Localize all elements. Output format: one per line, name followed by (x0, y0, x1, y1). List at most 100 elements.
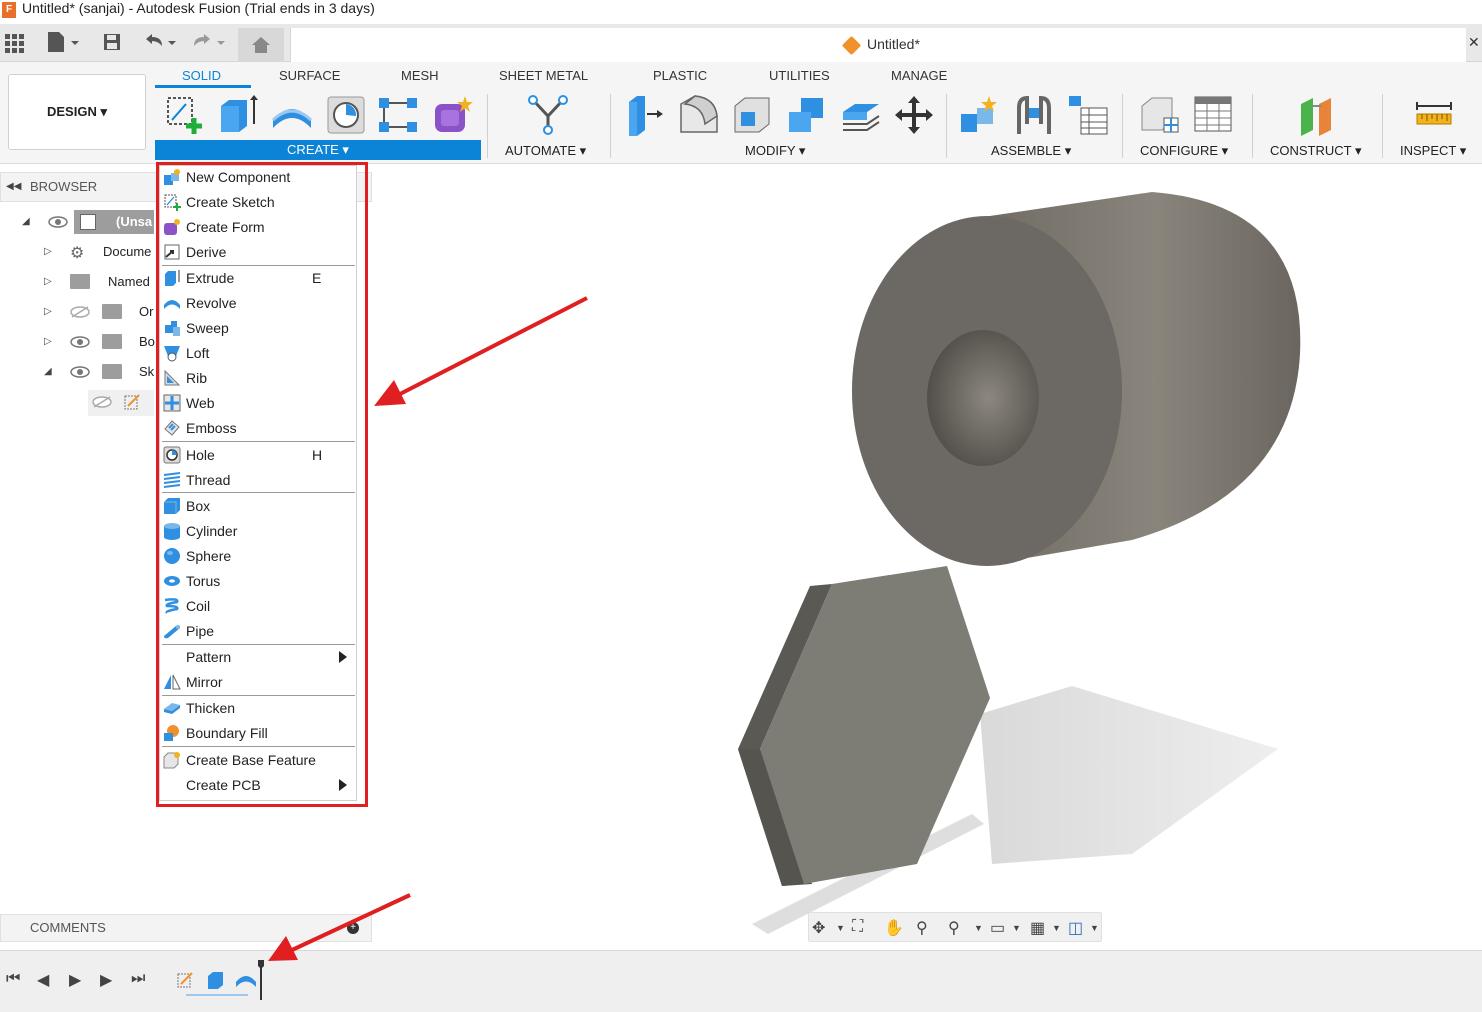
new-component-tool-icon[interactable] (959, 94, 1001, 136)
3d-viewport[interactable] (372, 164, 1482, 950)
step-back-icon[interactable]: ◀ (37, 970, 49, 990)
shell-tool-icon[interactable] (731, 94, 773, 136)
zoom-window-icon[interactable]: ⚲ (948, 918, 960, 938)
tab-manage[interactable]: MANAGE (891, 68, 947, 83)
bill-of-materials-tool-icon[interactable] (1067, 94, 1109, 136)
automate-tool-icon[interactable] (527, 94, 569, 136)
chevron-down-icon[interactable]: ▼ (974, 923, 983, 933)
create-dropdown-button[interactable]: CREATE ▾ (155, 140, 481, 160)
create-form-tool-icon[interactable] (431, 94, 473, 136)
timeline-group-bar (186, 994, 248, 996)
hidden-eye-icon[interactable] (92, 396, 112, 408)
pattern-tool-icon[interactable] (377, 94, 419, 136)
origin-label[interactable]: Or (139, 304, 153, 319)
named-views-label[interactable]: Named (108, 274, 150, 289)
zoom-icon[interactable]: ⚲ (916, 918, 928, 938)
measure-tool-icon[interactable] (1413, 94, 1455, 136)
expand-arrow-icon[interactable]: ▷ (44, 336, 52, 347)
close-tab-icon[interactable]: ✕ (1468, 34, 1480, 51)
step-forward-icon[interactable]: ▶ (100, 970, 112, 990)
hidden-eye-icon[interactable] (70, 306, 90, 318)
visibility-eye-icon[interactable] (70, 366, 90, 378)
pan-hand-icon[interactable]: ✋ (884, 918, 904, 938)
timeline-extrude-icon[interactable] (206, 970, 226, 990)
go-to-start-icon[interactable]: ⏮ (6, 970, 20, 988)
assemble-group-label[interactable]: ASSEMBLE ▾ (991, 143, 1071, 159)
collapse-browser-icon[interactable]: ◀◀ (6, 181, 21, 192)
gear-icon: ⚙ (70, 245, 85, 262)
sketch-icon (124, 394, 140, 410)
tab-solid[interactable]: SOLID (182, 68, 221, 83)
hexagon-shadow (980, 686, 1278, 864)
bodies-label[interactable]: Bo (139, 334, 155, 349)
inspect-group-label[interactable]: INSPECT ▾ (1400, 143, 1466, 159)
tab-utilities[interactable]: UTILITIES (769, 68, 830, 83)
chevron-down-icon[interactable]: ▼ (1090, 923, 1099, 933)
component-icon (80, 214, 96, 230)
save-icon[interactable] (102, 32, 122, 52)
timeline-sketch-icon[interactable] (176, 970, 196, 990)
redo-icon[interactable] (190, 31, 230, 53)
display-settings-icon[interactable]: ▭ (990, 918, 1005, 938)
file-menu-icon[interactable] (46, 31, 80, 53)
press-pull-tool-icon[interactable] (623, 94, 665, 136)
comments-label: COMMENTS (30, 920, 106, 935)
chevron-down-icon[interactable]: ▼ (1012, 923, 1021, 933)
revolve-tool-icon[interactable] (271, 94, 313, 136)
document-title: Untitled* (867, 36, 920, 52)
workspace-switcher-button[interactable]: DESIGN ▾ (8, 74, 146, 150)
undo-icon[interactable] (142, 31, 182, 53)
browser-title: BROWSER (30, 179, 98, 194)
document-settings-label[interactable]: Docume (103, 244, 151, 259)
folder-icon (102, 304, 122, 319)
tab-mesh[interactable]: MESH (401, 68, 439, 83)
apps-grid-icon[interactable] (4, 33, 24, 53)
ribbon-divider (1252, 94, 1253, 158)
joint-tool-icon[interactable] (1013, 94, 1055, 136)
timeline-marker[interactable] (258, 960, 264, 1000)
ribbon-divider (487, 94, 488, 158)
configure-group-label[interactable]: CONFIGURE ▾ (1140, 143, 1228, 159)
grid-settings-icon[interactable]: ▦ (1030, 918, 1045, 938)
play-icon[interactable]: ▶ (69, 970, 81, 990)
go-to-end-icon[interactable]: ⏭ (131, 970, 145, 988)
fillet-tool-icon[interactable] (677, 94, 719, 136)
tab-sheet-metal[interactable]: SHEET METAL (499, 68, 588, 83)
automate-group-label[interactable]: AUTOMATE ▾ (505, 143, 586, 159)
offset-face-tool-icon[interactable] (839, 94, 881, 136)
collapse-arrow-icon[interactable]: ◢ (44, 366, 52, 377)
hole-tool-icon[interactable] (325, 94, 367, 136)
modify-group-label[interactable]: MODIFY ▾ (745, 143, 805, 159)
window-title: Untitled* (sanjai) - Autodesk Fusion (Tr… (22, 0, 375, 16)
ribbon-divider (1122, 94, 1123, 158)
sketches-label[interactable]: Sk (139, 364, 154, 379)
look-at-icon[interactable]: ⛶ (852, 918, 863, 936)
offset-plane-tool-icon[interactable] (1297, 94, 1339, 136)
create-sketch-tool-icon[interactable] (164, 94, 206, 136)
viewports-icon[interactable]: ◫ (1068, 918, 1083, 938)
chevron-down-icon[interactable]: ▼ (1052, 923, 1061, 933)
home-icon (252, 37, 270, 53)
root-component-label: (Unsa (116, 214, 153, 229)
folder-icon (102, 334, 122, 349)
extrude-tool-icon[interactable] (217, 94, 259, 136)
expand-arrow-icon[interactable]: ▷ (44, 276, 52, 287)
tab-plastic[interactable]: PLASTIC (653, 68, 707, 83)
add-comment-icon[interactable]: + (347, 922, 359, 934)
combine-tool-icon[interactable] (785, 94, 827, 136)
chevron-down-icon[interactable]: ▼ (836, 923, 845, 933)
orbit-icon[interactable]: ✥ (812, 918, 825, 938)
tab-surface[interactable]: SURFACE (279, 68, 340, 83)
expand-arrow-icon[interactable]: ▷ (44, 246, 52, 257)
collapse-arrow-icon[interactable]: ◢ (22, 216, 30, 227)
configure-table-tool-icon[interactable] (1192, 94, 1234, 136)
construct-group-label[interactable]: CONSTRUCT ▾ (1270, 143, 1362, 159)
configure-tool-icon[interactable] (1138, 94, 1180, 136)
visibility-eye-icon[interactable] (70, 336, 90, 348)
move-copy-tool-icon[interactable] (893, 94, 935, 136)
folder-icon (70, 274, 90, 289)
expand-arrow-icon[interactable]: ▷ (44, 306, 52, 317)
active-tab-indicator (155, 85, 251, 88)
timeline-revolve-icon[interactable] (235, 970, 257, 990)
visibility-eye-icon[interactable] (48, 216, 68, 228)
